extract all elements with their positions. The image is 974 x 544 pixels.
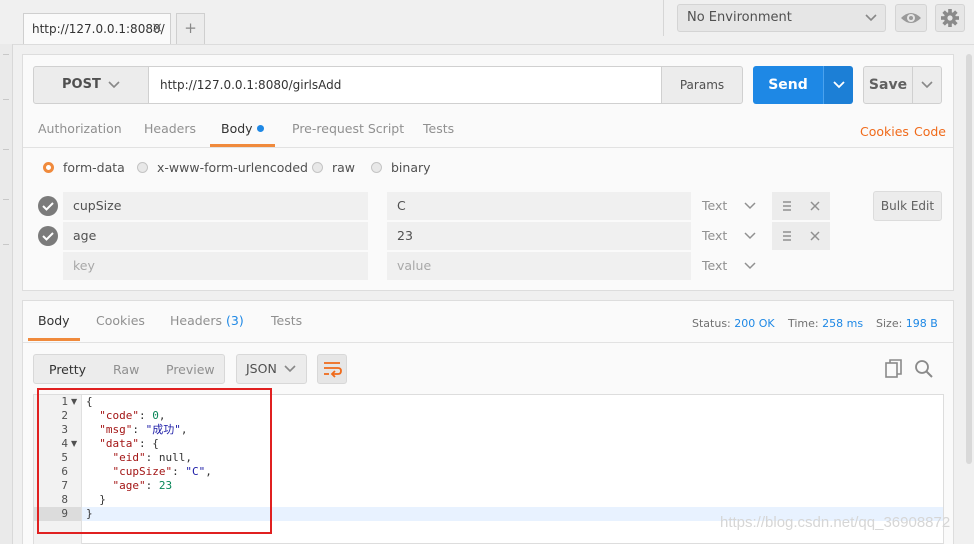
size-readout: Size: 198 B (876, 317, 938, 330)
headers-count-badge: (3) (226, 313, 244, 328)
eye-icon (901, 13, 921, 23)
form-type-label: Text (702, 228, 728, 243)
environment-quick-look-button[interactable] (895, 4, 927, 32)
response-tab-headers[interactable]: Headers (3) (170, 313, 244, 341)
left-sidebar-strip (0, 44, 13, 544)
copy-icon[interactable] (885, 359, 903, 383)
format-pretty[interactable]: Pretty (49, 362, 86, 377)
params-button[interactable]: Params (661, 66, 743, 104)
row-enabled-checkbox[interactable] (38, 226, 58, 246)
tab-body-label: Body (221, 121, 253, 136)
gear-icon (941, 9, 959, 27)
form-key-input[interactable]: age (63, 222, 368, 250)
chevron-down-icon (865, 5, 877, 41)
time-readout: Time: 258 ms (788, 317, 863, 330)
tab-pre-request-script[interactable]: Pre-request Script (292, 121, 404, 147)
radio-selected-icon (43, 162, 54, 173)
size-value: 198 B (905, 317, 938, 330)
page-scrollbar[interactable] (966, 54, 972, 464)
modified-dot-icon (256, 125, 264, 132)
time-value: 258 ms (822, 317, 864, 330)
watermark: https://blog.csdn.net/qq_36908872 (720, 514, 951, 531)
form-type-select[interactable]: Text (692, 192, 770, 220)
wrap-lines-icon (324, 362, 342, 378)
bulk-edit-button[interactable]: Bulk Edit (873, 191, 942, 221)
chevron-down-icon (284, 355, 296, 393)
radio-label: x-www-form-urlencoded (157, 160, 308, 175)
request-tab-label: http://127.0.0.1:8080/ (32, 22, 165, 36)
size-label: Size: (876, 317, 903, 330)
check-icon (42, 232, 54, 241)
search-icon[interactable] (914, 359, 934, 383)
code-link[interactable]: Code (914, 124, 946, 139)
chevron-down-icon (108, 67, 120, 118)
save-button[interactable]: Save (863, 66, 913, 104)
tab-authorization[interactable]: Authorization (38, 121, 122, 147)
radio-label: raw (332, 160, 356, 175)
row-actions (772, 222, 830, 250)
radio-label: form-data (63, 160, 125, 175)
tab-headers[interactable]: Headers (144, 121, 196, 147)
send-button[interactable]: Send (753, 66, 823, 104)
form-value-input[interactable]: 23 (387, 222, 691, 250)
form-key-input[interactable]: cupSize (63, 192, 368, 220)
radio-label: binary (391, 160, 431, 175)
divider (23, 342, 953, 343)
language-label: JSON (246, 361, 277, 376)
save-dropdown-button[interactable] (912, 66, 942, 104)
tab-tests[interactable]: Tests (423, 121, 454, 147)
add-tab-button[interactable]: + (176, 13, 205, 44)
check-icon (42, 202, 54, 211)
row-actions (772, 192, 830, 220)
chevron-down-icon (744, 252, 756, 290)
radio-form-data[interactable]: form-data (43, 160, 125, 175)
method-label: POST (62, 77, 101, 92)
row-enabled-checkbox[interactable] (38, 196, 58, 216)
divider (23, 147, 953, 148)
request-tab[interactable]: http://127.0.0.1:8080/ × (23, 13, 171, 44)
divider (663, 0, 664, 36)
form-type-select[interactable]: Text (692, 222, 770, 250)
chevron-down-icon (921, 81, 933, 89)
drag-handle-icon[interactable] (781, 222, 793, 261)
form-type-label: Text (702, 198, 728, 213)
radio-icon (312, 162, 323, 173)
close-tab-icon[interactable]: × (151, 20, 163, 36)
manage-environments-button[interactable] (935, 4, 965, 32)
new-value-input[interactable]: value (387, 252, 691, 280)
send-dropdown-button[interactable] (823, 66, 853, 104)
url-input[interactable]: http://127.0.0.1:8080/girlsAdd (148, 66, 662, 104)
method-select[interactable]: POST (33, 66, 149, 104)
status-readout: Status: 200 OK (692, 317, 775, 330)
radio-raw[interactable]: raw (312, 160, 355, 175)
status-value: 200 OK (734, 317, 775, 330)
response-tab-cookies[interactable]: Cookies (96, 313, 145, 341)
radio-icon (137, 162, 148, 173)
tab-body[interactable]: Body (210, 121, 275, 147)
time-label: Time: (788, 317, 819, 330)
language-select[interactable]: JSON (236, 354, 307, 384)
radio-icon (371, 162, 382, 173)
form-type-label: Text (702, 258, 728, 273)
response-tab-body[interactable]: Body (28, 313, 80, 341)
delete-row-icon[interactable] (809, 222, 821, 261)
radio-binary[interactable]: binary (371, 160, 431, 175)
environment-select[interactable]: No Environment (677, 4, 886, 32)
new-key-input[interactable]: key (63, 252, 368, 280)
cookies-link[interactable]: Cookies (860, 124, 909, 139)
format-raw[interactable]: Raw (113, 362, 139, 377)
chevron-down-icon (832, 81, 845, 89)
radio-x-www-form-urlencoded[interactable]: x-www-form-urlencoded (137, 160, 308, 175)
wrap-lines-button[interactable] (317, 354, 347, 384)
form-value-input[interactable]: C (387, 192, 691, 220)
status-label: Status: (692, 317, 731, 330)
form-type-select[interactable]: Text (692, 252, 770, 280)
format-preview[interactable]: Preview (166, 362, 215, 377)
response-tab-label: Headers (170, 313, 223, 328)
response-tab-tests[interactable]: Tests (271, 313, 302, 341)
annotation-red-box (37, 388, 272, 534)
environment-selected: No Environment (687, 10, 792, 25)
